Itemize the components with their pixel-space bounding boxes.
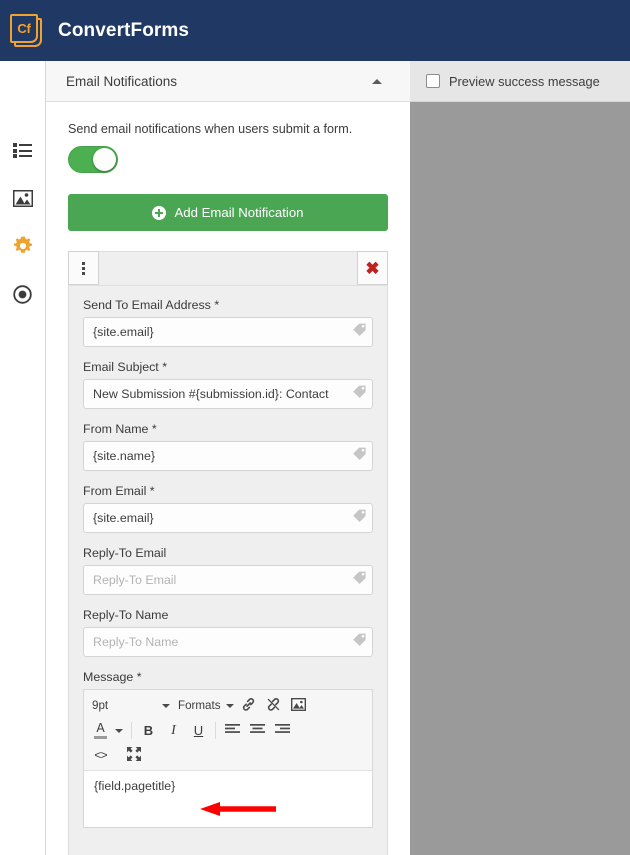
toolbar-divider <box>131 722 132 739</box>
preview-pane-body <box>410 102 630 855</box>
from-email-input[interactable] <box>83 503 373 533</box>
remove-link-button[interactable] <box>261 694 286 717</box>
preview-success-message-checkbox[interactable] <box>426 74 440 88</box>
image-icon <box>12 189 33 207</box>
text-color-dropdown-icon[interactable] <box>115 728 123 733</box>
field-reply-to-name: Reply-To Name <box>83 608 373 657</box>
message-label: Message * <box>83 670 142 684</box>
insert-image-button[interactable] <box>286 694 311 717</box>
toolbar-divider <box>215 722 216 739</box>
sidebar-item-media[interactable] <box>0 183 45 213</box>
field-label: From Email * <box>83 484 155 498</box>
font-size-value: 9pt <box>92 699 109 712</box>
editor-toolbar-row-2: A B I U <box>88 718 368 743</box>
field-label: Reply-To Name <box>83 608 169 622</box>
logo-front-layer: Cf <box>10 14 38 43</box>
font-size-select[interactable]: 9pt <box>88 694 174 717</box>
settings-panel: Email Notifications Send email notificat… <box>46 61 410 855</box>
editor-toolbar: 9pt Formats A B I U <> <box>84 690 372 771</box>
send-to-email-address-input[interactable] <box>83 317 373 347</box>
card-menu-handle-button[interactable] <box>68 251 99 285</box>
editor-toolbar-row-1: 9pt Formats <box>88 693 368 718</box>
notification-card-body: Send To Email Address * Email Subject * <box>69 286 387 855</box>
vertical-dots-icon <box>82 261 85 275</box>
input-wrapper <box>83 379 373 409</box>
field-from-name: From Name * <box>83 422 373 471</box>
panel-header[interactable]: Email Notifications <box>46 61 410 102</box>
bold-button[interactable]: B <box>136 719 161 742</box>
align-center-button[interactable] <box>245 719 270 742</box>
app-root: Cf ConvertForms Email Notifications Send… <box>0 0 630 855</box>
add-email-notification-button[interactable]: Add Email Notification <box>68 194 388 231</box>
image-icon <box>290 697 307 714</box>
field-email-subject: Email Subject * <box>83 360 373 409</box>
preview-success-message-label: Preview success message <box>449 73 600 89</box>
input-wrapper <box>83 627 373 657</box>
email-subject-input[interactable] <box>83 379 373 409</box>
field-label: From Name * <box>83 422 157 436</box>
input-wrapper <box>83 317 373 347</box>
link-icon <box>241 697 256 715</box>
convertforms-logo-icon: Cf <box>10 14 42 47</box>
align-left-button[interactable] <box>220 719 245 742</box>
toggle-knob <box>93 148 116 171</box>
align-right-icon <box>275 723 290 738</box>
sidebar-item-settings[interactable] <box>0 231 45 261</box>
fullscreen-icon <box>126 747 141 764</box>
chevron-down-icon <box>225 703 234 708</box>
close-x-icon: ✖ <box>365 258 380 278</box>
enable-notifications-toggle[interactable] <box>68 146 118 173</box>
input-wrapper <box>83 441 373 471</box>
field-label: Send To Email Address * <box>83 298 220 312</box>
field-label: Reply-To Email <box>83 546 167 560</box>
field-from-email: From Email * <box>83 484 373 533</box>
panel-body: Send email notifications when users subm… <box>46 102 410 855</box>
rich-text-editor: 9pt Formats A B I U <> {field.pagetitle} <box>83 689 373 828</box>
field-reply-to-email: Reply-To Email <box>83 546 373 595</box>
reply-to-name-input[interactable] <box>83 627 373 657</box>
italic-button[interactable]: I <box>161 719 186 742</box>
unlink-icon <box>266 697 281 715</box>
field-message: Message * 9pt Formats A B I U <> {field.… <box>83 670 373 828</box>
reply-to-email-input[interactable] <box>83 565 373 595</box>
notification-card: ✖ Send To Email Address * {site.email} E… <box>68 251 388 855</box>
editor-toolbar-row-3: <> <box>88 743 368 768</box>
plus-circle-icon <box>152 205 167 220</box>
sidebar-rail <box>0 61 46 855</box>
sidebar-item-fields[interactable] <box>0 135 45 165</box>
source-code-button[interactable]: <> <box>88 744 113 767</box>
add-button-label: Add Email Notification <box>174 205 304 220</box>
input-wrapper <box>83 565 373 595</box>
list-icon <box>13 142 32 158</box>
chevron-down-icon <box>162 703 170 708</box>
align-left-icon <box>225 723 240 738</box>
radio-circle-icon <box>13 284 32 304</box>
formats-select[interactable]: Formats <box>174 694 236 717</box>
fullscreen-button[interactable] <box>121 744 146 767</box>
panel-title: Email Notifications <box>66 73 178 89</box>
align-right-button[interactable] <box>270 719 295 742</box>
delete-notification-button[interactable]: ✖ <box>357 251 388 285</box>
helper-text: Send email notifications when users subm… <box>68 122 353 136</box>
top-bar: Cf ConvertForms <box>0 0 630 61</box>
text-color-button[interactable]: A <box>88 719 113 742</box>
notification-card-header: ✖ <box>68 251 388 286</box>
insert-link-button[interactable] <box>236 694 261 717</box>
align-center-icon <box>250 723 265 738</box>
input-wrapper <box>83 503 373 533</box>
brand-title: ConvertForms <box>58 19 190 41</box>
preview-pane: Preview success message <box>410 61 630 855</box>
sidebar-item-publish[interactable] <box>0 279 45 309</box>
chevron-up-icon[interactable] <box>372 78 382 84</box>
preview-pane-header: Preview success message <box>410 61 630 102</box>
gear-icon <box>13 236 33 256</box>
underline-button[interactable]: U <box>186 719 211 742</box>
message-editor-content[interactable]: {field.pagetitle} <box>84 771 372 827</box>
text-color-letter: A <box>96 720 105 735</box>
formats-value: Formats <box>178 699 221 712</box>
field-label: Email Subject * <box>83 360 168 374</box>
from-name-input[interactable] <box>83 441 373 471</box>
text-color-icon: A <box>94 721 107 741</box>
field-send-to-email-address: Send To Email Address * <box>83 298 373 347</box>
